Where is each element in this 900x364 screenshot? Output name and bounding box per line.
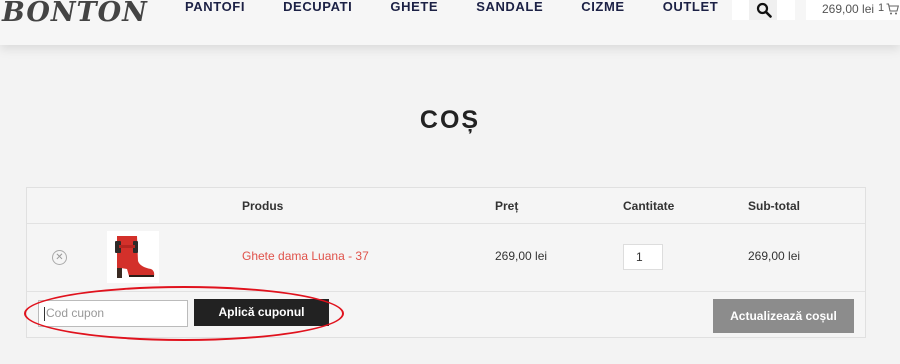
product-thumbnail[interactable] — [107, 231, 159, 283]
header-subtotal: Sub-total — [748, 199, 800, 213]
cart-icon — [886, 3, 899, 15]
header-quantity: Cantitate — [623, 199, 675, 213]
product-link[interactable]: Ghete dama Luana - 37 — [242, 249, 369, 263]
quantity-input[interactable]: 1 — [623, 244, 663, 270]
nav-item-pantofi[interactable]: PANTOFI — [185, 0, 245, 13]
site-header: BONTON PANTOFI DECUPATI GHETE SANDALE CI… — [0, 0, 900, 45]
nav-item-outlet[interactable]: OUTLET — [663, 0, 719, 13]
update-cart-button[interactable]: Actualizează coșul — [713, 299, 854, 333]
header-price: Preț — [495, 199, 519, 213]
coupon-input[interactable]: Cod cupon — [38, 300, 188, 327]
page-title: COȘ — [419, 106, 481, 134]
nav-item-decupati[interactable]: DECUPATI — [283, 0, 352, 13]
product-subtotal: 269,00 lei — [748, 249, 801, 263]
nav-item-sandale[interactable]: SANDALE — [476, 0, 543, 13]
nav-item-ghete[interactable]: GHETE — [390, 0, 438, 13]
main-nav: PANTOFI DECUPATI GHETE SANDALE CIZME OUT… — [185, 0, 756, 13]
table-row: ✕ Ghete dama Luana - 37 269,00 lei 1 269… — [27, 224, 865, 292]
remove-item-icon[interactable]: ✕ — [52, 250, 67, 265]
cart-count: 1 — [878, 2, 885, 14]
cart-total: 269,00 lei — [822, 2, 875, 16]
search-icon — [756, 2, 772, 18]
cart-table: Produs Preț Cantitate Sub-total ✕ Ghete … — [26, 187, 866, 338]
mini-cart[interactable]: 269,00 lei 1 — [806, 0, 900, 20]
apply-coupon-button[interactable]: Aplică cuponul — [194, 299, 329, 326]
search-button[interactable] — [732, 0, 795, 20]
header-product: Produs — [242, 199, 284, 213]
product-price: 269,00 lei — [495, 249, 548, 263]
table-header: Produs Preț Cantitate Sub-total — [27, 188, 865, 224]
coupon-placeholder: Cod cupon — [46, 306, 105, 320]
brand-logo[interactable]: BONTON — [2, 0, 148, 28]
nav-item-cizme[interactable]: CIZME — [581, 0, 624, 13]
red-boot-image — [107, 231, 159, 283]
text-caret — [44, 306, 45, 321]
